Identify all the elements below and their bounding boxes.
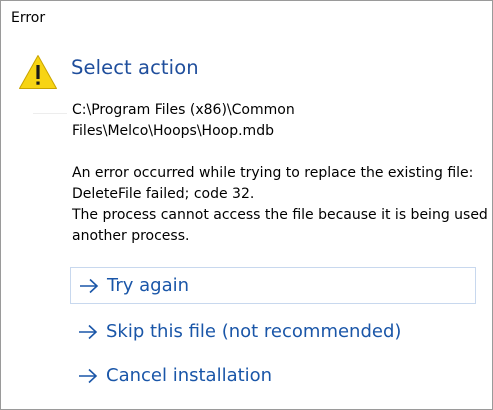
error-message-line: DeleteFile failed; code 32. <box>72 186 255 202</box>
error-dialog: Error Select action C:\Program Files (x8… <box>0 0 493 410</box>
skip-file-label: Skip this file (not recommended) <box>106 321 402 342</box>
file-path-line: C:\Program Files (x86)\Common <box>72 102 295 118</box>
error-message: An error occurred while trying to replac… <box>72 163 493 247</box>
file-path: C:\Program Files (x86)\Common Files\Melc… <box>72 100 482 142</box>
arrow-right-icon <box>79 368 98 383</box>
arrow-right-icon <box>80 278 99 293</box>
error-message-line: An error occurred while trying to replac… <box>72 165 474 181</box>
cancel-installation-button[interactable]: Cancel installation <box>70 357 476 394</box>
cancel-installation-label: Cancel installation <box>106 365 273 386</box>
try-again-button[interactable]: Try again <box>70 267 476 304</box>
try-again-label: Try again <box>107 275 190 296</box>
dialog-heading: Select action <box>71 56 199 79</box>
error-message-line: another process. <box>72 228 190 244</box>
arrow-right-icon <box>79 324 98 339</box>
window-title: Error <box>11 10 46 26</box>
warning-icon <box>19 55 57 89</box>
file-path-line: Files\Melco\Hoops\Hoop.mdb <box>72 123 274 139</box>
divider <box>33 113 67 114</box>
error-message-line: The process cannot access the file becau… <box>72 207 493 223</box>
skip-file-button[interactable]: Skip this file (not recommended) <box>70 313 476 350</box>
